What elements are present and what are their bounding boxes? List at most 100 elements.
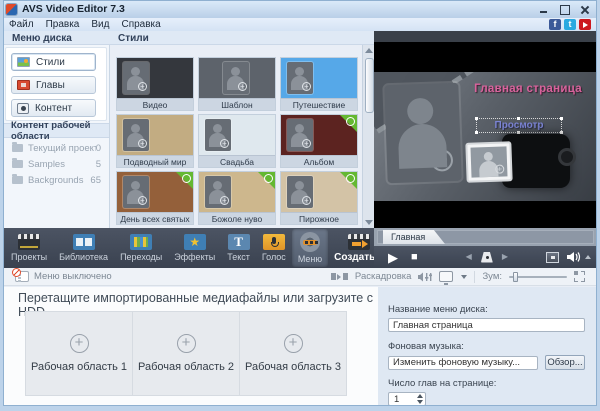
styles-grid: Видео Шаблон Путешествие Подводный мир (111, 45, 362, 228)
sidebar: Стили Главы Контент Контент рабочей обла… (3, 45, 110, 228)
close-button[interactable] (579, 5, 590, 14)
volume-icon[interactable] (567, 251, 582, 263)
audio-mixer-icon[interactable] (418, 271, 432, 283)
style-thumbnail (199, 172, 275, 212)
facebook-icon[interactable]: f (549, 19, 561, 30)
style-item-wedding[interactable]: Свадьба (198, 114, 276, 168)
toolbar-library[interactable]: Библиотека (53, 229, 114, 267)
menu-settings-form: Название меню диска: Главная страница Фо… (378, 287, 597, 406)
create-export-icon (348, 234, 370, 250)
scroll-down-icon[interactable] (365, 220, 373, 225)
scroll-up-icon[interactable] (365, 48, 373, 53)
add-media-icon (284, 334, 303, 353)
minimize-button[interactable] (539, 5, 550, 14)
list-item-current-project[interactable]: Текущий проект 0 (3, 140, 109, 156)
maximize-button[interactable] (559, 5, 570, 14)
camcorder-graphic (502, 134, 570, 188)
youtube-icon[interactable] (579, 19, 591, 30)
camera-lens-icon (558, 148, 576, 166)
menu-view[interactable]: Вид (91, 19, 109, 30)
add-icon (302, 139, 311, 148)
content-list: Текущий проект 0 Samples 5 Backgrounds 6… (3, 140, 109, 188)
style-item-label: Видео (117, 98, 193, 110)
placeholder-photo (123, 119, 149, 151)
sidebar-button-styles[interactable]: Стили (11, 53, 96, 71)
list-item-samples[interactable]: Samples 5 (3, 156, 109, 172)
menu-off-toggle[interactable]: Меню выключено (15, 271, 112, 282)
style-item-cake[interactable]: Пирожное (280, 171, 358, 225)
toolbar-effects[interactable]: Эффекты (168, 229, 221, 267)
next-chapter-button[interactable]: ▶ (502, 253, 508, 261)
toolbar-transitions[interactable]: Переходы (114, 229, 168, 267)
style-item-underwater[interactable]: Подводный мир (116, 114, 194, 168)
folder-icon (12, 144, 23, 152)
preview-play-button[interactable]: Просмотр (476, 118, 562, 133)
app-window: AVS Video Editor 7.3 Файл Правка Вид Спр… (0, 0, 600, 411)
toolbar-text[interactable]: Текст (221, 229, 256, 267)
previous-chapter-button[interactable]: ◀ (466, 253, 472, 261)
download-badge-icon (340, 115, 357, 132)
storyboard-icon[interactable] (331, 273, 348, 280)
styles-scrollbar[interactable] (362, 45, 374, 228)
style-item-beaujolais[interactable]: Божоле нуво (198, 171, 276, 225)
library-icon (73, 234, 95, 250)
style-item-label: Подводный мир (117, 155, 193, 167)
style-item-travel[interactable]: Путешествие (280, 57, 358, 111)
style-thumbnail (117, 172, 193, 212)
add-icon (495, 164, 504, 173)
placeholder-photo (205, 176, 231, 208)
list-item-backgrounds[interactable]: Backgrounds 65 (3, 172, 109, 188)
sidebar-button-label: Контент (35, 103, 72, 114)
content-icon (17, 103, 29, 114)
spinner-down-icon[interactable] (417, 400, 423, 404)
list-item-label: Samples (28, 159, 96, 170)
chapters-spinner[interactable]: 1 (388, 392, 426, 406)
menu-file[interactable]: Файл (9, 19, 34, 30)
toolbar-projects[interactable]: Проекты (5, 229, 53, 267)
download-badge-icon (176, 172, 193, 189)
scrollbar-thumb[interactable] (365, 58, 374, 113)
content-area-header: Контент рабочей области (3, 123, 109, 138)
style-item-template[interactable]: Шаблон (198, 57, 276, 111)
work-area-1[interactable]: Рабочая область 1 (25, 311, 133, 396)
work-area-label: Рабочая область 3 (245, 361, 341, 373)
display-mode-icon[interactable] (439, 271, 453, 282)
browse-button[interactable]: Обзор... (545, 355, 585, 370)
sidebar-button-chapters[interactable]: Главы (11, 76, 96, 94)
sidebar-button-content[interactable]: Контент (11, 99, 96, 117)
style-item-label: День всех святых (117, 212, 193, 224)
work-area-2[interactable]: Рабочая область 2 (132, 311, 240, 396)
projects-icon (18, 234, 40, 250)
menu-bar: Файл Правка Вид Справка f t (3, 18, 597, 31)
style-item-label: Свадьба (199, 155, 275, 167)
volume-expand-icon[interactable] (585, 255, 591, 259)
list-item-label: Backgrounds (28, 175, 90, 186)
background-music-input[interactable]: Изменить фоновую музыку... (388, 356, 538, 370)
fullscreen-button[interactable] (546, 252, 559, 263)
twitter-icon[interactable]: t (564, 19, 576, 30)
storyboard-label[interactable]: Раскадровка (355, 271, 412, 282)
toolbar-voice[interactable]: Голос (256, 229, 292, 267)
menu-edit[interactable]: Правка (46, 19, 80, 30)
work-area-3[interactable]: Рабочая область 3 (239, 311, 347, 396)
display-dropdown-icon[interactable] (461, 275, 467, 279)
play-button[interactable]: ▶ (388, 251, 398, 264)
camcorder-screen (465, 141, 512, 183)
add-media-icon (70, 334, 89, 353)
chapter-marker-icon[interactable] (481, 252, 493, 263)
style-item-halloween[interactable]: День всех святых (116, 171, 194, 225)
stop-button[interactable]: ■ (411, 252, 418, 263)
style-item-video[interactable]: Видео (116, 57, 194, 111)
toolbar-label: Текст (227, 252, 250, 262)
zoom-slider[interactable] (509, 272, 567, 282)
zoom-slider-handle[interactable] (513, 272, 518, 282)
expand-timeline-icon[interactable] (574, 271, 585, 282)
spinner-up-icon[interactable] (417, 394, 423, 398)
style-item-album[interactable]: Альбом (280, 114, 358, 168)
placeholder-photo-large (384, 83, 461, 184)
toolbar-menu[interactable]: Меню (292, 229, 328, 267)
menu-name-input[interactable]: Главная страница (388, 318, 585, 332)
add-icon (302, 82, 311, 91)
menu-help[interactable]: Справка (121, 19, 160, 30)
styles-icon (17, 57, 30, 67)
